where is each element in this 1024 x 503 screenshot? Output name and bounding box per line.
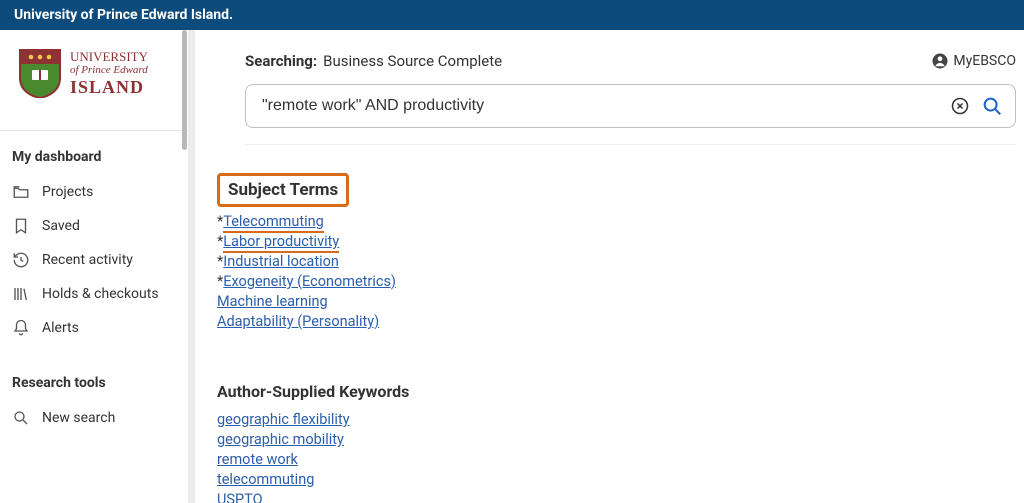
folder-icon — [12, 183, 30, 201]
upei-shield-icon — [18, 48, 62, 98]
user-icon — [931, 52, 949, 70]
subject-term-link[interactable]: Exogeneity (Econometrics) — [223, 273, 396, 290]
search-icon — [981, 95, 1003, 117]
author-keyword-link[interactable]: USPTO — [217, 491, 263, 503]
institution-name: University of Prince Edward Island. — [14, 7, 233, 23]
search-button[interactable] — [981, 95, 1003, 117]
my-ebsco-button[interactable]: MyEBSCO — [931, 52, 1016, 70]
search-bar — [245, 84, 1016, 128]
bell-icon — [12, 319, 30, 337]
subject-terms-highlight-box: Subject Terms — [217, 173, 349, 207]
bookmark-icon — [12, 217, 30, 235]
sidebar-item-new-search[interactable]: New search — [0, 401, 188, 435]
search-icon — [12, 409, 30, 427]
divider — [0, 130, 188, 131]
scrollbar-thumb[interactable] — [182, 30, 187, 150]
author-keyword-link[interactable]: geographic mobility — [217, 431, 344, 448]
sidebar-item-label: Saved — [42, 218, 80, 234]
books-icon — [12, 285, 30, 303]
subject-terms-heading: Subject Terms — [228, 180, 338, 200]
top-bar: University of Prince Edward Island. — [0, 0, 1024, 30]
author-keyword-link[interactable]: remote work — [217, 451, 298, 468]
subject-term-link[interactable]: Industrial location — [223, 253, 339, 270]
subject-terms-list: *Telecommuting*Labor productivity*Indust… — [217, 213, 1016, 330]
sidebar-item-label: Holds & checkouts — [42, 286, 159, 302]
author-keyword-link[interactable]: geographic flexibility — [217, 411, 350, 428]
sidebar-item-alerts[interactable]: Alerts — [0, 311, 188, 345]
sidebar-item-saved[interactable]: Saved — [0, 209, 188, 243]
subject-term-link[interactable]: Machine learning — [217, 293, 328, 310]
author-keywords-list: geographic flexibility geographic mobilit… — [217, 411, 1016, 503]
history-icon — [12, 251, 30, 269]
sidebar-item-label: New search — [42, 410, 115, 426]
logo[interactable]: UNIVERSITY of Prince Edward ISLAND — [0, 48, 188, 122]
subject-term-link[interactable]: Labor productivity — [223, 233, 339, 253]
subject-term-link[interactable]: Adaptability (Personality) — [217, 313, 379, 330]
sidebar: UNIVERSITY of Prince Edward ISLAND My da… — [0, 30, 195, 503]
searching-label: Searching: — [245, 52, 317, 70]
sidebar-item-label: Alerts — [42, 320, 79, 336]
sidebar-item-projects[interactable]: Projects — [0, 175, 188, 209]
sidebar-item-label: Recent activity — [42, 252, 133, 268]
divider — [245, 144, 1016, 145]
sidebar-item-recent[interactable]: Recent activity — [0, 243, 188, 277]
subject-term-link[interactable]: Telecommuting — [223, 213, 324, 233]
searching-context: Searching: Business Source Complete — [245, 52, 502, 70]
sidebar-item-label: Projects — [42, 184, 93, 200]
my-ebsco-label: MyEBSCO — [953, 53, 1016, 69]
main-content: Searching: Business Source Complete MyEB… — [195, 30, 1024, 503]
close-circle-icon — [950, 96, 970, 116]
searching-source: Business Source Complete — [323, 52, 502, 70]
clear-search-button[interactable] — [949, 95, 971, 117]
sidebar-item-holds[interactable]: Holds & checkouts — [0, 277, 188, 311]
search-input[interactable] — [262, 97, 939, 115]
author-keywords-heading: Author-Supplied Keywords — [217, 382, 1016, 401]
author-keyword-link[interactable]: telecommuting — [217, 471, 314, 488]
logo-text: UNIVERSITY of Prince Edward ISLAND — [70, 50, 148, 96]
dashboard-heading: My dashboard — [0, 149, 188, 165]
tools-heading: Research tools — [0, 375, 188, 391]
